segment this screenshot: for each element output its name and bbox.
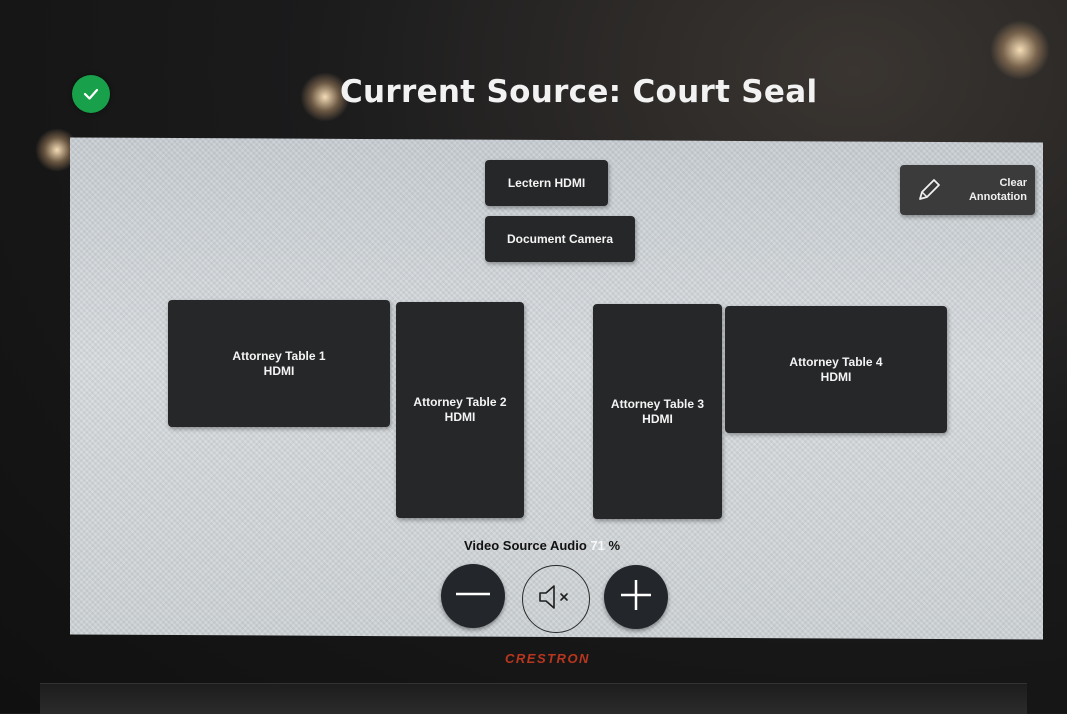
audio-level-unit: % bbox=[608, 538, 621, 553]
audio-level-value: 71 bbox=[590, 538, 605, 553]
volume-up-button[interactable] bbox=[604, 565, 668, 629]
speaker-mute-icon bbox=[534, 582, 578, 616]
attorney-table-3-label: Attorney Table 3 HDMI bbox=[610, 396, 705, 426]
attorney-table-2-label: Attorney Table 2 HDMI bbox=[413, 395, 507, 424]
mute-button[interactable] bbox=[522, 565, 590, 633]
audio-label-text: Video Source Audio bbox=[464, 538, 587, 553]
pencil-icon bbox=[914, 175, 944, 209]
minus-icon bbox=[453, 574, 493, 618]
document-camera-label: Document Camera bbox=[506, 231, 614, 246]
attorney-table-2-button[interactable]: Attorney Table 2 HDMI bbox=[396, 302, 524, 518]
device-bezel bbox=[40, 683, 1027, 714]
audio-level-label: Video Source Audio 71 % bbox=[464, 538, 684, 553]
clear-annotation-label: Clear Annotation bbox=[968, 177, 1027, 203]
attorney-table-3-button[interactable]: Attorney Table 3 HDMI bbox=[593, 304, 722, 519]
lectern-hdmi-label: Lectern HDMI bbox=[507, 175, 586, 190]
plus-icon bbox=[616, 575, 656, 619]
touch-panel: Current Source: Court Seal Lectern HDMI … bbox=[0, 0, 1067, 714]
attorney-table-1-label: Attorney Table 1 HDMI bbox=[232, 348, 326, 378]
clear-annotation-button[interactable]: Clear Annotation bbox=[900, 165, 1035, 215]
attorney-table-4-label: Attorney Table 4 HDMI bbox=[789, 354, 883, 384]
attorney-table-4-button[interactable]: Attorney Table 4 HDMI bbox=[725, 306, 947, 433]
volume-down-button[interactable] bbox=[441, 564, 505, 628]
brand-logo: CRESTRON bbox=[505, 651, 590, 666]
lectern-hdmi-button[interactable]: Lectern HDMI bbox=[485, 160, 608, 206]
document-camera-button[interactable]: Document Camera bbox=[485, 216, 635, 262]
light-glare bbox=[990, 20, 1050, 80]
page-title: Current Source: Court Seal bbox=[340, 74, 818, 110]
attorney-table-1-button[interactable]: Attorney Table 1 HDMI bbox=[168, 300, 390, 427]
status-check-icon bbox=[72, 75, 110, 113]
